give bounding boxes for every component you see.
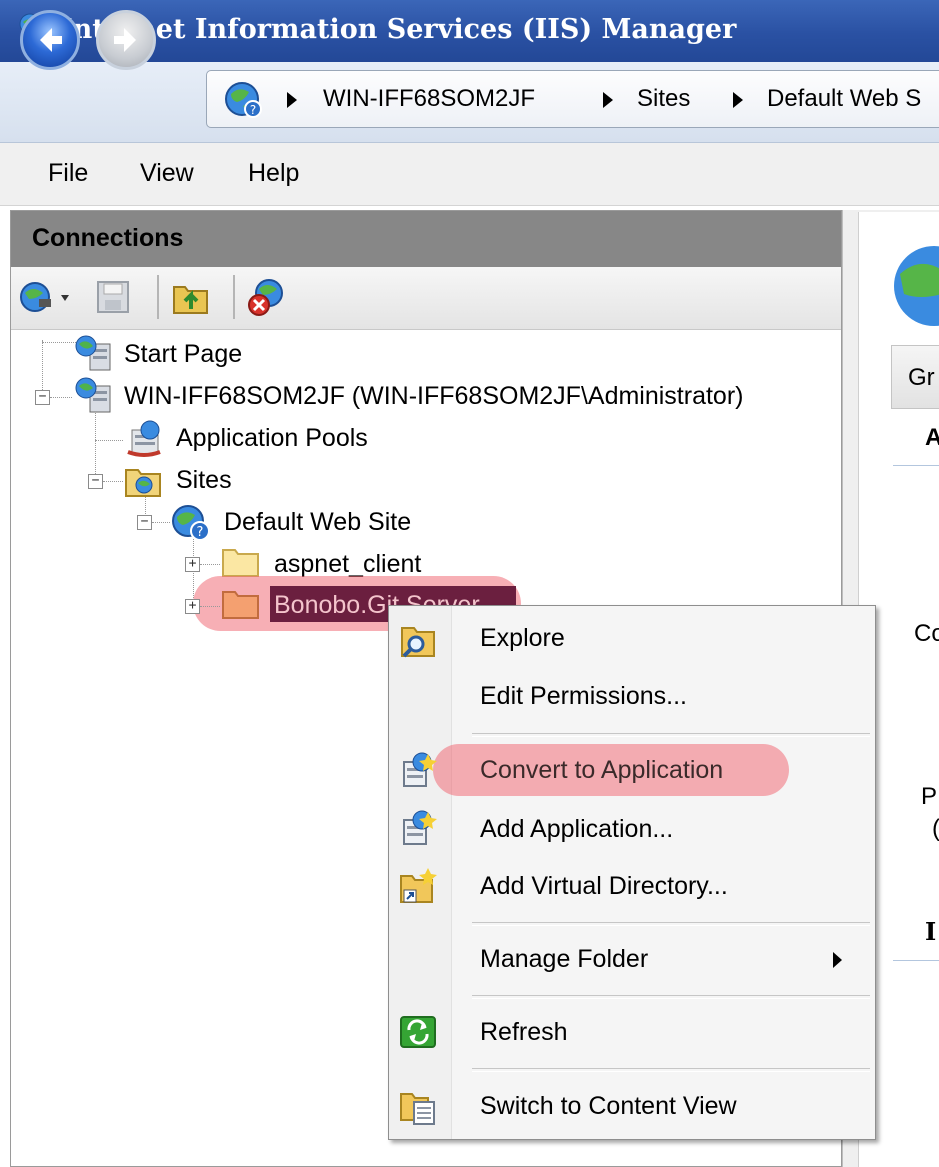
connect-icon[interactable] xyxy=(17,279,77,319)
tree-line xyxy=(200,564,220,565)
tree-item-default-web-site[interactable]: Default Web Site xyxy=(224,508,411,537)
tree-line xyxy=(103,481,123,482)
site-globe-icon xyxy=(890,244,939,332)
menu-separator xyxy=(472,1068,870,1072)
sites-folder-icon xyxy=(124,462,164,504)
convert-application-icon xyxy=(398,750,438,794)
tree-item-server[interactable]: WIN-IFF68SOM2JF (WIN-IFF68SOM2JF\Adminis… xyxy=(124,382,743,411)
feature-label: ( xyxy=(932,815,939,843)
menu-explore[interactable]: Explore xyxy=(480,624,565,653)
menu-add-application[interactable]: Add Application... xyxy=(480,815,673,844)
section-header: I xyxy=(925,917,937,946)
up-folder-icon[interactable] xyxy=(171,277,211,321)
menu-bar: File View Help xyxy=(0,143,939,206)
submenu-arrow-icon xyxy=(833,952,842,968)
address-bar[interactable]: ? WIN-IFF68SOM2JF Sites Default Web S xyxy=(206,70,939,128)
menu-file[interactable]: File xyxy=(48,159,88,188)
tree-item-sites[interactable]: Sites xyxy=(176,466,232,495)
window-title: Internet Information Services (IIS) Mana… xyxy=(60,14,737,45)
expand-icon[interactable]: + xyxy=(185,599,200,614)
menu-refresh[interactable]: Refresh xyxy=(480,1018,568,1047)
breadcrumb-separator xyxy=(733,92,743,108)
menu-separator xyxy=(472,922,870,926)
collapse-icon[interactable]: − xyxy=(88,474,103,489)
svg-text:?: ? xyxy=(250,103,256,117)
feature-label[interactable]: Co xyxy=(914,620,939,648)
menu-switch-to-content-view[interactable]: Switch to Content View xyxy=(480,1092,737,1121)
breadcrumb-server[interactable]: WIN-IFF68SOM2JF xyxy=(323,85,535,113)
add-virtual-directory-icon xyxy=(398,866,438,910)
server-icon xyxy=(74,376,114,418)
tree-line xyxy=(50,397,72,398)
expand-icon[interactable]: + xyxy=(185,557,200,572)
section-divider xyxy=(893,960,939,961)
connections-toolbar xyxy=(11,267,841,330)
save-icon[interactable] xyxy=(95,279,131,319)
breadcrumb-separator xyxy=(603,92,613,108)
content-view-icon xyxy=(398,1086,438,1130)
menu-edit-permissions[interactable]: Edit Permissions... xyxy=(480,682,687,711)
tree-line xyxy=(200,606,220,607)
tree-line xyxy=(42,342,76,343)
collapse-icon[interactable]: − xyxy=(137,515,152,530)
toolbar-separator xyxy=(233,275,235,319)
folder-icon xyxy=(221,584,261,626)
menu-convert-to-application[interactable]: Convert to Application xyxy=(480,756,723,785)
refresh-icon xyxy=(398,1012,438,1056)
menu-help[interactable]: Help xyxy=(248,159,299,188)
menu-separator xyxy=(472,995,870,999)
start-page-icon xyxy=(74,334,114,376)
group-by-label[interactable]: Gr xyxy=(908,364,935,392)
toolbar-separator xyxy=(157,275,159,319)
arrow-right-icon xyxy=(114,28,136,52)
collapse-icon[interactable]: − xyxy=(35,390,50,405)
connections-title: Connections xyxy=(32,224,184,252)
tree-item-aspnet-client[interactable]: aspnet_client xyxy=(274,550,421,579)
arrow-left-icon xyxy=(40,28,62,52)
menu-view[interactable]: View xyxy=(140,159,194,188)
back-button[interactable] xyxy=(20,10,80,70)
tree-item-start-page[interactable]: Start Page xyxy=(124,340,242,369)
application-pools-icon xyxy=(124,418,164,462)
breadcrumb-separator xyxy=(287,92,297,108)
menu-add-virtual-directory[interactable]: Add Virtual Directory... xyxy=(480,872,728,901)
forward-button[interactable] xyxy=(96,10,156,70)
menu-separator xyxy=(472,733,870,737)
menu-manage-folder[interactable]: Manage Folder xyxy=(480,945,648,974)
disconnect-icon[interactable] xyxy=(245,277,289,321)
tree-item-application-pools[interactable]: Application Pools xyxy=(176,424,368,453)
globe-icon: ? xyxy=(223,80,263,124)
website-globe-icon: ? xyxy=(170,503,212,547)
section-divider xyxy=(893,465,939,466)
tree-line xyxy=(152,522,170,523)
breadcrumb-sites[interactable]: Sites xyxy=(637,85,690,113)
feature-label[interactable]: P xyxy=(921,783,937,811)
explore-icon xyxy=(398,620,438,664)
section-header: A xyxy=(925,424,939,451)
tree-line xyxy=(95,440,123,441)
breadcrumb-default-web-site[interactable]: Default Web S xyxy=(767,85,921,113)
add-application-icon xyxy=(398,808,438,852)
svg-text:?: ? xyxy=(197,525,204,540)
